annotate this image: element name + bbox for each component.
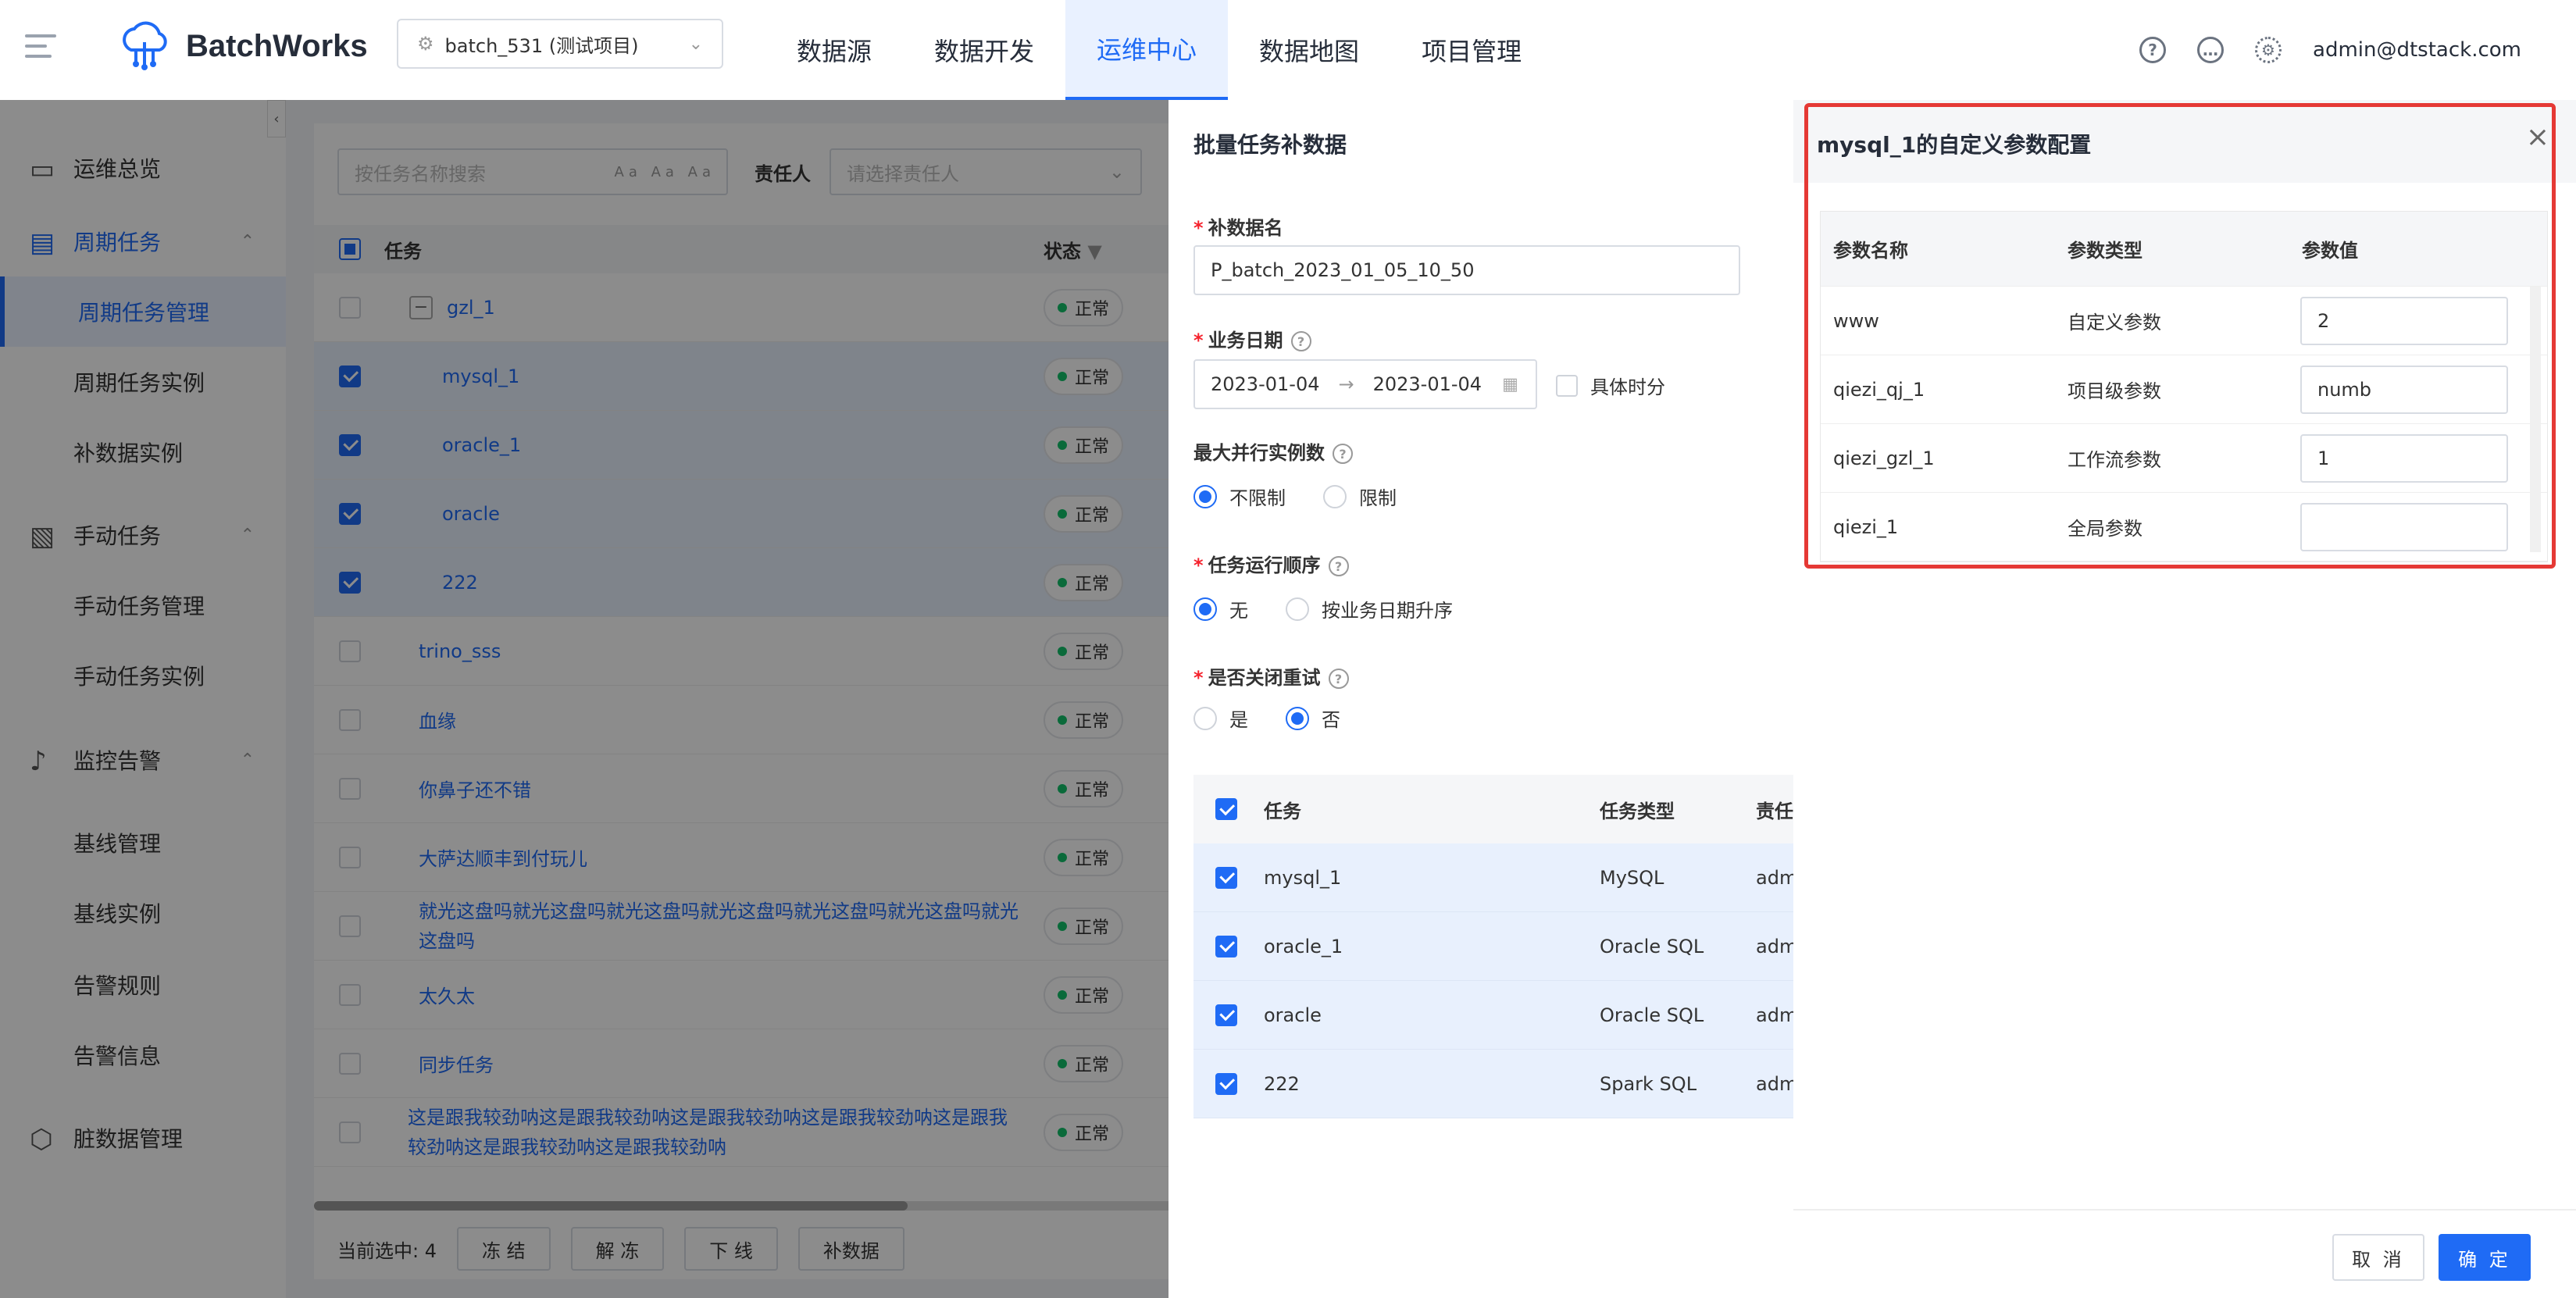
business-date-label-text: 业务日期 bbox=[1208, 330, 1283, 351]
nav-item-4[interactable]: 项目管理 bbox=[1390, 0, 1553, 100]
radio-label: 是 bbox=[1229, 709, 1248, 731]
table-row[interactable]: oracle_1 Oracle SQL adm bbox=[1193, 912, 1798, 981]
business-date-label: * 业务日期? bbox=[1193, 325, 1311, 352]
radio-option[interactable]: 无 bbox=[1193, 595, 1248, 622]
radio-label: 按业务日期升序 bbox=[1322, 600, 1453, 622]
radio-button[interactable] bbox=[1323, 484, 1347, 508]
user-account[interactable]: admin@dtstack.com bbox=[2313, 38, 2521, 62]
settings-icon[interactable]: ⚙ bbox=[2255, 37, 2282, 63]
cancel-button[interactable]: 取 消 bbox=[2332, 1234, 2424, 1281]
arrow-right-icon: → bbox=[1338, 373, 1354, 395]
retry-label: * 是否关闭重试? bbox=[1193, 662, 1349, 690]
patch-cell-owner: adm bbox=[1756, 935, 1798, 957]
patch-cell-task: mysql_1 bbox=[1264, 866, 1342, 889]
row-checkbox[interactable] bbox=[1215, 935, 1237, 957]
patch-cell-task: 222 bbox=[1264, 1072, 1300, 1095]
menu-toggle-icon[interactable] bbox=[25, 34, 56, 66]
radio-option[interactable]: 是 bbox=[1193, 704, 1248, 732]
help-icon[interactable]: ? bbox=[2139, 37, 2167, 63]
chevron-down-icon: ⌄ bbox=[688, 34, 703, 54]
patch-cell-owner: adm bbox=[1756, 1004, 1798, 1026]
main-nav: 数据源 数据开发 运维中心 数据地图 项目管理 bbox=[765, 0, 1553, 100]
patch-cell-task: oracle_1 bbox=[1264, 935, 1343, 957]
top-header: BatchWorks ⚙ batch_531 (测试项目) ⌄ 数据源 数据开发运… bbox=[0, 0, 2576, 100]
radio-option[interactable]: 限制 bbox=[1323, 483, 1397, 510]
help-icon[interactable]: ? bbox=[1333, 444, 1353, 464]
patch-col-2: 责任 bbox=[1756, 800, 1793, 822]
cloud-logo-icon bbox=[123, 21, 167, 70]
table-row[interactable]: oracle Oracle SQL adm bbox=[1193, 981, 1798, 1050]
app-logo[interactable]: BatchWorks bbox=[117, 19, 368, 73]
patch-cell-type: Spark SQL bbox=[1600, 1072, 1697, 1095]
project-name: batch_531 (测试项目) bbox=[444, 34, 639, 57]
checkbox[interactable] bbox=[1556, 374, 1578, 397]
highlight-annotation bbox=[1804, 103, 2556, 569]
param-panel-footer: 取 消 确 定 bbox=[1793, 1209, 2576, 1298]
radio-button[interactable] bbox=[1193, 706, 1217, 730]
radio-label: 限制 bbox=[1359, 487, 1397, 509]
help-icon[interactable]: ? bbox=[1328, 556, 1349, 576]
retry-label-text: 是否关闭重试 bbox=[1208, 667, 1321, 689]
table-row[interactable]: 222 Spark SQL adm bbox=[1193, 1050, 1798, 1118]
table-row[interactable]: mysql_1 MySQL adm bbox=[1193, 843, 1798, 912]
nav-item-1[interactable]: 数据开发 bbox=[903, 0, 1065, 100]
radio-button[interactable] bbox=[1286, 597, 1309, 621]
max-parallel-label-text: 最大并行实例数 bbox=[1193, 442, 1325, 464]
patch-name-value: P_batch_2023_01_05_10_50 bbox=[1211, 259, 1475, 281]
message-icon[interactable]: … bbox=[2197, 37, 2225, 63]
patch-cell-type: MySQL bbox=[1600, 866, 1664, 889]
row-checkbox[interactable] bbox=[1215, 1004, 1237, 1026]
patch-name-label-text: 补数据名 bbox=[1208, 217, 1283, 239]
radio-label: 无 bbox=[1229, 600, 1248, 622]
patch-cell-task: oracle bbox=[1264, 1004, 1322, 1026]
nav-item-3[interactable]: 数据地图 bbox=[1228, 0, 1390, 100]
project-select[interactable]: ⚙ batch_531 (测试项目) ⌄ bbox=[397, 19, 723, 69]
header-tools: ? … ⚙ admin@dtstack.com bbox=[2139, 0, 2521, 100]
patch-table-header: 任务 任务类型 责任 bbox=[1193, 775, 1795, 843]
max-parallel-label: 最大并行实例数? bbox=[1193, 437, 1353, 465]
radio-button[interactable] bbox=[1193, 597, 1217, 621]
app-name: BatchWorks bbox=[186, 28, 368, 63]
project-icon: ⚙ bbox=[417, 33, 434, 55]
date-range-picker[interactable]: 2023-01-04 → 2023-01-04 ▦ bbox=[1193, 359, 1537, 409]
calendar-icon: ▦ bbox=[1502, 374, 1518, 394]
radio-label: 否 bbox=[1322, 709, 1340, 731]
date-start: 2023-01-04 bbox=[1211, 373, 1320, 395]
run-order-radios: 无 按业务日期升序 bbox=[1193, 595, 1490, 622]
radio-option[interactable]: 不限制 bbox=[1193, 483, 1286, 510]
specific-time-label: 具体时分 bbox=[1590, 376, 1665, 398]
patch-col-0: 任务 bbox=[1264, 800, 1301, 822]
select-all-checkbox[interactable] bbox=[1215, 798, 1237, 820]
max-parallel-radios: 不限制 限制 bbox=[1193, 483, 1434, 510]
row-checkbox[interactable] bbox=[1215, 1072, 1237, 1095]
patch-cell-owner: adm bbox=[1756, 866, 1798, 889]
drawer-title: 批量任务补数据 bbox=[1193, 132, 1347, 158]
patch-cell-type: Oracle SQL bbox=[1600, 935, 1704, 957]
patch-col-1: 任务类型 bbox=[1600, 800, 1675, 822]
run-order-label: * 任务运行顺序? bbox=[1193, 550, 1349, 577]
help-icon[interactable]: ? bbox=[1290, 331, 1311, 351]
radio-button[interactable] bbox=[1193, 484, 1217, 508]
retry-radios: 是否 bbox=[1193, 704, 1378, 732]
date-end: 2023-01-04 bbox=[1372, 373, 1482, 395]
specific-time-checkbox[interactable]: 具体时分 bbox=[1556, 372, 1665, 399]
row-checkbox[interactable] bbox=[1215, 866, 1237, 889]
radio-button[interactable] bbox=[1286, 706, 1309, 730]
radio-option[interactable]: 按业务日期升序 bbox=[1286, 595, 1453, 622]
help-icon[interactable]: ? bbox=[1328, 669, 1349, 689]
patch-name-label: * 补数据名 bbox=[1193, 217, 1283, 239]
run-order-label-text: 任务运行顺序 bbox=[1208, 555, 1321, 576]
patch-cell-type: Oracle SQL bbox=[1600, 1004, 1704, 1026]
nav-item-0[interactable]: 数据源 bbox=[765, 0, 903, 100]
radio-label: 不限制 bbox=[1229, 487, 1286, 509]
custom-param-panel: mysql_1的自定义参数配置 × 参数名称 参数类型 参数值 www 自定义参数 2 qi… bbox=[1793, 100, 2576, 1298]
radio-option[interactable]: 否 bbox=[1286, 704, 1340, 732]
patch-data-drawer: 批量任务补数据 * 补数据名 P_batch_2023_01_05_10_50 *… bbox=[1168, 100, 1798, 1298]
patch-task-table: 任务 任务类型 责任 mysql_1 MySQL adm oracle_1 Oracle SQ… bbox=[1193, 775, 1798, 1118]
patch-cell-owner: adm bbox=[1756, 1072, 1798, 1095]
confirm-button[interactable]: 确 定 bbox=[2439, 1234, 2531, 1281]
nav-item-2[interactable]: 运维中心 bbox=[1065, 0, 1229, 100]
patch-name-input[interactable]: P_batch_2023_01_05_10_50 bbox=[1193, 245, 1740, 295]
